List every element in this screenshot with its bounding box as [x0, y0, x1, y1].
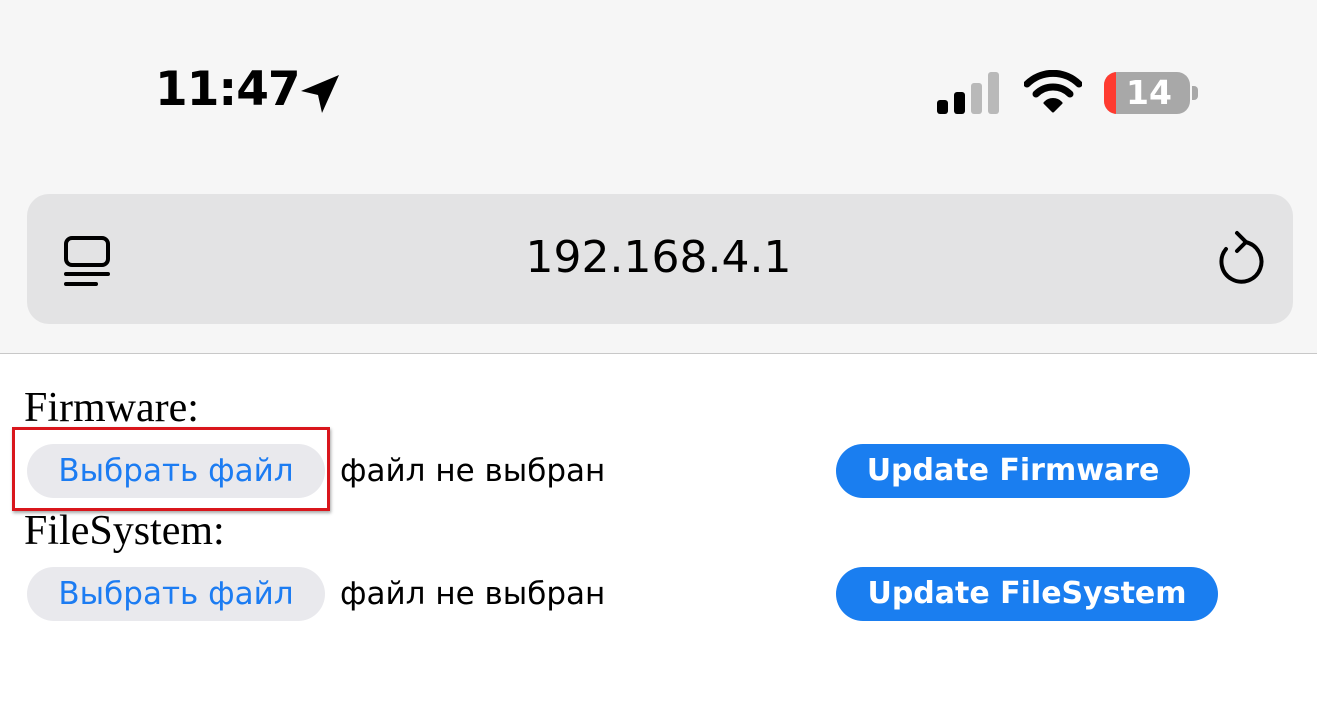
battery-icon: 14: [1104, 72, 1190, 114]
filesystem-file-status: файл не выбран: [340, 576, 606, 612]
highlight-box: [12, 427, 330, 511]
battery-percent: 14: [1126, 73, 1172, 112]
reload-icon[interactable]: [1212, 230, 1264, 286]
filesystem-label: FileSystem:: [24, 508, 225, 554]
battery-tip: [1192, 86, 1198, 100]
firmware-label: Firmware:: [24, 385, 199, 431]
url-text[interactable]: 192.168.4.1: [0, 232, 1317, 283]
browser-chrome: 11:47 14 192.168.4.1: [0, 0, 1317, 354]
wifi-icon: [1024, 70, 1082, 113]
update-filesystem-button[interactable]: Update FileSystem: [836, 567, 1218, 621]
cellular-signal-icon: [937, 72, 999, 114]
filesystem-choose-file-button[interactable]: Выбрать файл: [27, 567, 325, 621]
update-firmware-button[interactable]: Update Firmware: [836, 444, 1190, 498]
status-time: 11:47: [155, 62, 301, 117]
firmware-file-status: файл не выбран: [340, 453, 606, 489]
location-arrow-icon: [301, 75, 339, 113]
